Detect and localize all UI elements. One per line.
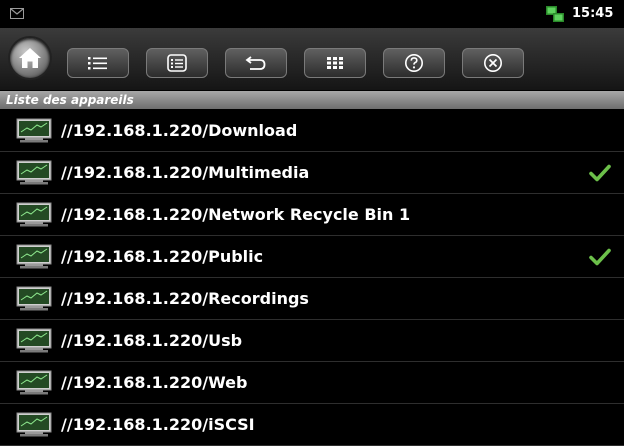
list-item[interactable]: //192.168.1.220/Usb	[0, 320, 624, 362]
list-item[interactable]: //192.168.1.220/Download	[0, 110, 624, 152]
device-path: //192.168.1.220/Recordings	[61, 289, 309, 308]
toolbar	[0, 28, 624, 91]
monitor-icon	[16, 202, 52, 227]
home-icon	[19, 48, 41, 68]
device-path: //192.168.1.220/Download	[61, 121, 298, 140]
device-path: //192.168.1.220/Network Recycle Bin 1	[61, 205, 411, 224]
help-button[interactable]	[383, 48, 445, 78]
device-path: //192.168.1.220/Web	[61, 373, 248, 392]
close-icon	[484, 54, 502, 72]
back-arrow-icon	[245, 56, 266, 70]
check-icon	[589, 248, 611, 266]
list-item[interactable]: //192.168.1.220/Web	[0, 362, 624, 404]
section-header: Liste des appareils	[0, 91, 624, 109]
monitor-icon	[16, 328, 52, 353]
back-button[interactable]	[225, 48, 287, 78]
monitor-icon	[16, 412, 52, 437]
details-view-button[interactable]	[146, 48, 208, 78]
mail-icon	[10, 8, 24, 19]
device-path: //192.168.1.220/iSCSI	[61, 415, 255, 434]
section-title: Liste des appareils	[6, 93, 134, 107]
monitor-icon	[16, 370, 52, 395]
monitor-icon	[16, 118, 52, 143]
device-list: //192.168.1.220/Download //192.168.1.220/…	[0, 110, 624, 446]
status-bar: 15:45	[0, 0, 624, 28]
list-item[interactable]: //192.168.1.220/Public	[0, 236, 624, 278]
close-button[interactable]	[462, 48, 524, 78]
list-icon	[88, 57, 107, 70]
device-path: //192.168.1.220/Usb	[61, 331, 243, 350]
list-view-button[interactable]	[67, 48, 129, 78]
list-item[interactable]: //192.168.1.220/Network Recycle Bin 1	[0, 194, 624, 236]
grid-icon	[327, 57, 343, 69]
device-path: //192.168.1.220/Public	[61, 247, 264, 266]
list-item[interactable]: //192.168.1.220/Multimedia	[0, 152, 624, 194]
details-list-icon	[167, 54, 187, 72]
list-item[interactable]: //192.168.1.220/Recordings	[0, 278, 624, 320]
network-icon	[546, 6, 564, 22]
home-button[interactable]	[10, 38, 50, 78]
check-icon	[589, 164, 611, 182]
clock: 15:45	[572, 6, 614, 21]
monitor-icon	[16, 160, 52, 185]
monitor-icon	[16, 286, 52, 311]
monitor-icon	[16, 244, 52, 269]
grid-view-button[interactable]	[304, 48, 366, 78]
list-item[interactable]: //192.168.1.220/iSCSI	[0, 404, 624, 446]
device-path: //192.168.1.220/Multimedia	[61, 163, 310, 182]
help-icon	[405, 54, 423, 72]
